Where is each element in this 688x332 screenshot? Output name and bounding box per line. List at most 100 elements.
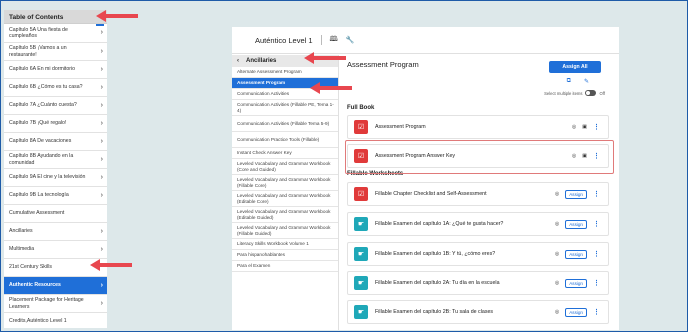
toc-item-label: Capítulo 5A Una fiesta de cumpleaños: [9, 26, 68, 39]
resource-row[interactable]: ☑ Assessment Program ◎ ▣ ⋮: [347, 115, 609, 139]
toc-item[interactable]: Capítulo 6A En mi dormitorio ›: [4, 61, 107, 79]
more-options-icon[interactable]: ⋮: [593, 279, 600, 287]
row-actions: ◎ Assign ⋮: [555, 278, 600, 288]
toggle-state: Off: [599, 90, 605, 96]
hidden-visibility-icon[interactable]: ◎: [555, 280, 559, 286]
sidebar-item[interactable]: Para el Examen: [232, 261, 338, 272]
sidebar-item-label: Instant Check Answer Key: [237, 150, 292, 156]
resource-row[interactable]: ☑ Fillable Chapter Checklist and Self-Ass…: [347, 182, 609, 206]
worksheet-icon: ☛: [354, 217, 368, 231]
resource-title[interactable]: Fillable Examen del capítulo 1A: ¿Qué te…: [375, 221, 555, 227]
row-actions: ◎ Assign ⋮: [555, 307, 600, 317]
sidebar-item-label: Leveled Vocabulary and Grammar Workbook …: [237, 224, 331, 236]
arrow-icon: [310, 82, 352, 94]
assign-multiple-icon[interactable]: ⧉: [567, 78, 571, 85]
hidden-visibility-icon[interactable]: ◎: [555, 221, 559, 227]
sidebar-item[interactable]: Leveled Vocabulary and Grammar Workbook …: [232, 159, 338, 175]
sidebar-item-label: Leveled Vocabulary and Grammar Workbook …: [237, 208, 331, 220]
chevron-right-icon: ›: [100, 299, 103, 307]
tool-icons: ⧉ ✎: [567, 78, 589, 85]
pdf-document-icon: ☑: [354, 120, 368, 134]
assign-button[interactable]: Assign: [565, 249, 587, 259]
resource-title[interactable]: Fillable Examen del capítulo 2B: Tu sala…: [375, 309, 555, 315]
toc-item-label: Capítulo 7B ¡Qué regalo!: [9, 120, 67, 127]
resource-title[interactable]: Fillable Chapter Checklist and Self-Asse…: [375, 191, 555, 197]
chevron-right-icon: ›: [100, 137, 103, 145]
toc-item-label: Capítulo 6A En mi dormitorio: [9, 66, 76, 73]
toc-item[interactable]: Capítulo 8A De vacaciones ›: [4, 133, 107, 151]
sidebar-item-label: Communication Activities (Fillable Tema …: [237, 120, 330, 126]
assign-button[interactable]: Assign: [565, 189, 587, 199]
toc-item[interactable]: Capítulo 9B La tecnología ›: [4, 187, 107, 205]
resource-title[interactable]: Assessment Program: [375, 124, 572, 130]
more-options-icon[interactable]: ⋮: [593, 220, 600, 228]
sidebar-item-label: Communication Activities: [237, 91, 290, 97]
chevron-right-icon: ›: [100, 83, 103, 91]
select-multiple-label: Select multiple items: [544, 90, 583, 96]
wrench-icon[interactable]: 🔧: [346, 36, 355, 44]
toc-item[interactable]: Ancillaries ›: [4, 223, 107, 241]
row-actions: ◎ Assign ⋮: [555, 219, 600, 229]
toc-item[interactable]: Authentic Resources ›: [4, 277, 107, 295]
page-title: Assessment Program: [347, 60, 419, 69]
lock-icon: ▣: [582, 124, 587, 130]
toc-item-label: Capítulo 8A De vacaciones: [9, 138, 72, 145]
sidebar-item[interactable]: Para hispanohablantes: [232, 250, 338, 261]
toc-item[interactable]: Cumulative Assessment: [4, 205, 107, 223]
chevron-right-icon: ›: [100, 65, 103, 73]
toc-item[interactable]: Capítulo 7A ¿Cuánto cuesta? ›: [4, 97, 107, 115]
sidebar-item-label: Para el Examen: [237, 263, 271, 269]
resource-row[interactable]: ☛ Fillable Examen del capítulo 1B: Y tú, …: [347, 242, 609, 266]
assign-all-button[interactable]: Assign All: [549, 61, 601, 73]
sidebar-item-label: Communication Activities (Fillable PE, T…: [237, 101, 334, 113]
sidebar-item-label: Leveled Vocabulary and Grammar Workbook …: [237, 192, 331, 204]
chevron-right-icon: ›: [100, 155, 103, 163]
more-options-icon[interactable]: ⋮: [593, 250, 600, 258]
arrow-icon: [90, 259, 132, 271]
sidebar-item[interactable]: Alternate Assessment Program: [232, 67, 338, 78]
row-actions: ◎ Assign ⋮: [555, 189, 600, 199]
sidebar-item[interactable]: Leveled Vocabulary and Grammar Workbook …: [232, 223, 338, 239]
sidebar-item[interactable]: Leveled Vocabulary and Grammar Workbook …: [232, 207, 338, 223]
resource-title[interactable]: Fillable Examen del capítulo 2A: Tu día …: [375, 280, 555, 286]
sidebar-item[interactable]: Communication Activities (Fillable Tema …: [232, 116, 338, 132]
edit-icon[interactable]: ✎: [584, 78, 589, 85]
toc-item[interactable]: Capítulo 6B ¿Cómo es tu casa? ›: [4, 79, 107, 97]
sidebar-item[interactable]: Literacy Skills Workbook Volume 1: [232, 239, 338, 250]
assign-button[interactable]: Assign: [565, 307, 587, 317]
sidebar-item-label: Literacy Skills Workbook Volume 1: [237, 241, 309, 247]
more-options-icon[interactable]: ⋮: [593, 308, 600, 316]
sidebar-item[interactable]: Leveled Vocabulary and Grammar Workbook …: [232, 191, 338, 207]
hidden-visibility-icon[interactable]: ◎: [555, 251, 559, 257]
more-options-icon[interactable]: ⋮: [593, 190, 600, 198]
select-multiple-toggle[interactable]: [585, 90, 597, 96]
hidden-visibility-icon[interactable]: ◎: [572, 124, 576, 130]
assign-button[interactable]: Assign: [565, 278, 587, 288]
resource-row[interactable]: ☛ Fillable Examen del capítulo 2B: Tu sal…: [347, 300, 609, 324]
assign-button[interactable]: Assign: [565, 219, 587, 229]
resource-row[interactable]: ☛ Fillable Examen del capítulo 1A: ¿Qué t…: [347, 212, 609, 236]
sidebar-item[interactable]: Communication Activities (Fillable PE, T…: [232, 100, 338, 116]
hidden-visibility-icon[interactable]: ◎: [555, 191, 559, 197]
resource-title[interactable]: Fillable Examen del capítulo 1B: Y tú, ¿…: [375, 251, 555, 257]
sidebar-item[interactable]: Leveled Vocabulary and Grammar Workbook …: [232, 175, 338, 191]
arrow-icon: [96, 10, 138, 22]
resource-row[interactable]: ☛ Fillable Examen del capítulo 2A: Tu día…: [347, 271, 609, 295]
hidden-visibility-icon[interactable]: ◎: [555, 309, 559, 315]
sidebar-item[interactable]: Instant Check Answer Key: [232, 148, 338, 159]
toc-item[interactable]: Capítulo 9A El cine y la televisión ›: [4, 169, 107, 187]
select-multiple: Select multiple items Off: [544, 90, 605, 96]
chevron-right-icon: ›: [100, 227, 103, 235]
book-icon[interactable]: 🕮: [330, 35, 338, 46]
sidebar-item[interactable]: Communication Practice Tools (Fillable): [232, 132, 338, 148]
toc-item[interactable]: Credits,Auténtico Level 1: [4, 313, 107, 328]
ancillaries-list: Alternate Assessment Program Assessment P…: [232, 67, 338, 272]
more-options-icon[interactable]: ⋮: [593, 123, 600, 131]
toc-item[interactable]: Placement Package for Heritage Learners ›: [4, 295, 107, 313]
toc-item-label: Authentic Resources: [9, 282, 61, 289]
toc-item[interactable]: Capítulo 5A Una fiesta de cumpleaños ›: [4, 24, 107, 43]
toc-item[interactable]: Capítulo 7B ¡Qué regalo! ›: [4, 115, 107, 133]
sidebar-item-label: Leveled Vocabulary and Grammar Workbook …: [237, 176, 331, 188]
toc-item[interactable]: Capítulo 5B ¡Vamos a un restaurante! ›: [4, 43, 107, 61]
toc-item[interactable]: Capítulo 8B Ayudando en la comunidad ›: [4, 151, 107, 169]
